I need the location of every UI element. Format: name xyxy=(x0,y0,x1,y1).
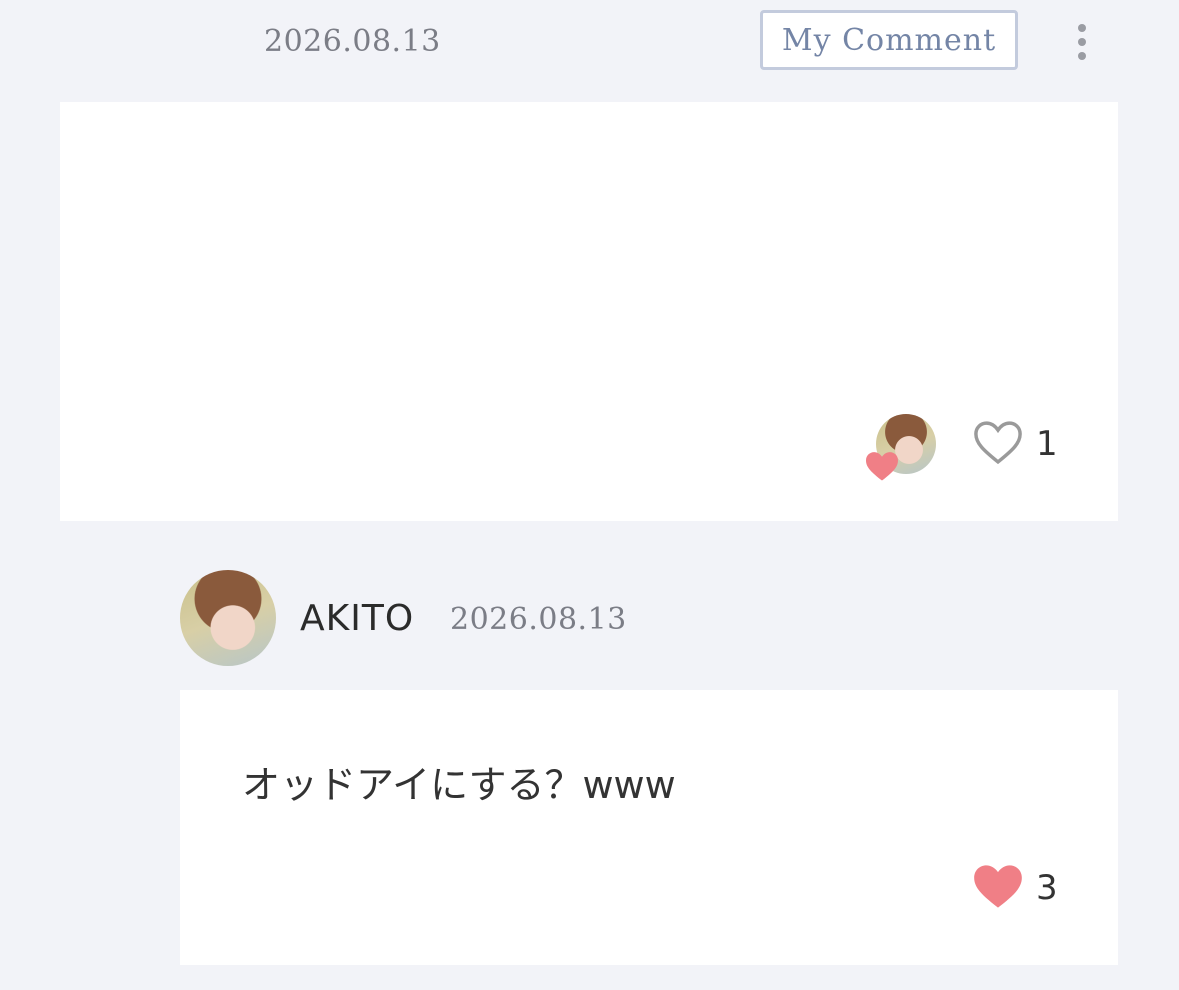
heart-icon xyxy=(866,452,898,481)
heart-outline-icon[interactable] xyxy=(972,418,1024,466)
comment-author[interactable]: AKITO xyxy=(300,598,414,639)
more-dot xyxy=(1078,52,1086,60)
more-vertical-icon[interactable] xyxy=(1064,18,1100,66)
post-like-count: 1 xyxy=(1036,424,1058,464)
comment-card: オッドアイにする？www 3 xyxy=(180,690,1118,965)
comment-text: オッドアイにする？www xyxy=(242,763,676,807)
comment-like-count: 3 xyxy=(1036,868,1058,908)
heart-filled-icon[interactable] xyxy=(972,862,1024,910)
comment-date: 2026.08.13 xyxy=(450,602,627,637)
my-comment-button[interactable]: My Comment xyxy=(760,10,1018,70)
avatar[interactable] xyxy=(180,570,276,666)
more-dot xyxy=(1078,38,1086,46)
more-dot xyxy=(1078,24,1086,32)
liked-by-user[interactable] xyxy=(866,414,938,481)
post-card: 1 xyxy=(60,102,1118,521)
post-date: 2026.08.13 xyxy=(264,24,441,59)
